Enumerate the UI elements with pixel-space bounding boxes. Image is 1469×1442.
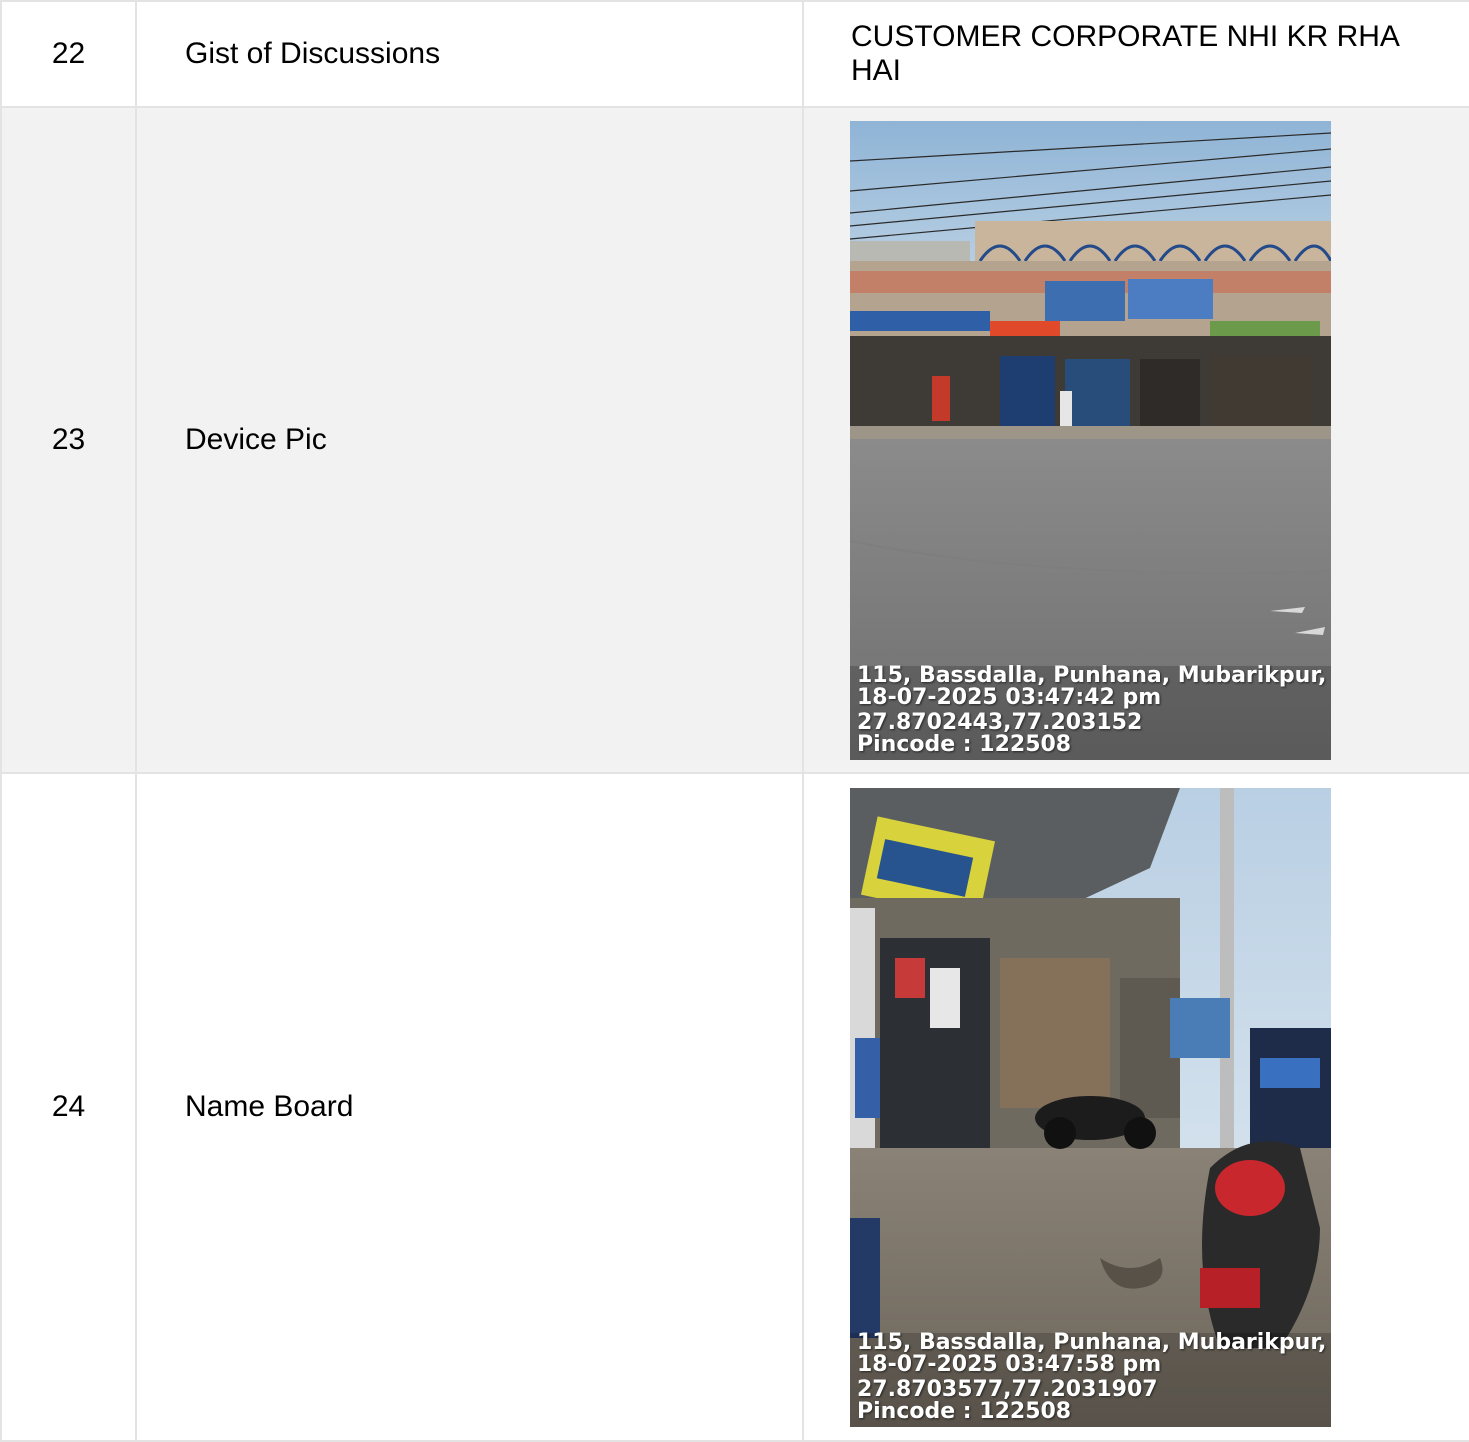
- name-board-photo: 115, Bassdalla, Punhana, Mubarikpur, Har…: [850, 787, 1331, 1427]
- row-label: Gist of Discussions: [135, 0, 804, 108]
- stamp-pincode: Pincode : 122508: [857, 731, 1072, 757]
- stamp-address: 115, Bassdalla, Punhana, Mubarikpur, Har…: [857, 1329, 1331, 1355]
- photo-stamp: 115, Bassdalla, Punhana, Mubarikpur, Har…: [857, 1329, 1331, 1424]
- stamp-address: 115, Bassdalla, Punhana, Mubarikpur, Har…: [857, 662, 1331, 688]
- photo-stamp: 115, Bassdalla, Punhana, Mubarikpur, Har…: [857, 662, 1331, 757]
- table-row: 24 Name Board 115, Bassdalla, Punhana, M…: [0, 772, 1469, 1442]
- row-photo-cell: 115, Bassdalla, Punhana, Mubarikpur, Har…: [802, 106, 1469, 774]
- row-photo-cell: 115, Bassdalla, Punhana, Mubarikpur, Har…: [802, 772, 1469, 1442]
- row-number: 22: [0, 0, 137, 108]
- stamp-coordinates: 27.8702443,77.203152: [857, 709, 1143, 735]
- row-label: Name Board: [135, 772, 804, 1442]
- stamp-datetime: 18-07-2025 03:47:58 pm: [857, 1351, 1162, 1377]
- table-row: 22 Gist of Discussions CUSTOMER CORPORAT…: [0, 0, 1469, 108]
- row-label: Device Pic: [135, 106, 804, 774]
- table-row: 23 Device Pic 115, Bassdalla, Punhana, M…: [0, 106, 1469, 774]
- device-photo: 115, Bassdalla, Punhana, Mubarikpur, Har…: [850, 120, 1331, 760]
- report-table: 22 Gist of Discussions CUSTOMER CORPORAT…: [0, 0, 1469, 1442]
- stamp-coordinates: 27.8703577,77.2031907: [857, 1376, 1158, 1402]
- row-value: CUSTOMER CORPORATE NHI KR RHA HAI: [802, 0, 1469, 108]
- row-number: 23: [0, 106, 137, 774]
- row-number: 24: [0, 772, 137, 1442]
- stamp-pincode: Pincode : 122508: [857, 1398, 1072, 1424]
- stamp-datetime: 18-07-2025 03:47:42 pm: [857, 684, 1162, 710]
